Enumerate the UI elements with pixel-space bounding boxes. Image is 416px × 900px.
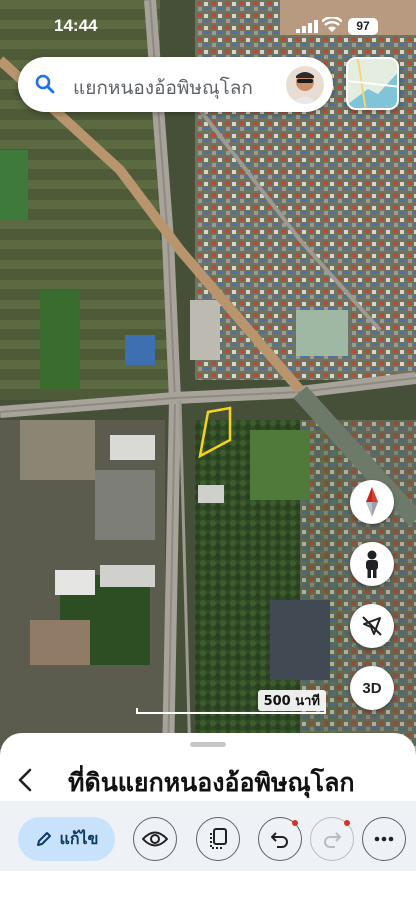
map-scale: 500 นาที: [136, 690, 326, 714]
status-bar: 14:44 97: [0, 0, 416, 54]
back-arrow-icon[interactable]: [14, 767, 38, 793]
sheet-handle[interactable]: [190, 742, 226, 747]
battery-level: 97: [348, 18, 378, 35]
place-title: ที่ดินแยกหนองอ้อพิษณุโลก: [68, 768, 355, 797]
3d-toggle-button[interactable]: 3D: [350, 666, 394, 710]
undo-icon: [271, 832, 288, 848]
north-lock-button[interactable]: [350, 604, 394, 648]
map-layers-button[interactable]: [346, 57, 399, 110]
copy-button[interactable]: [196, 817, 240, 861]
street-view-button[interactable]: [350, 542, 394, 586]
more-icon: [374, 836, 394, 842]
search-query[interactable]: แยกหนองอ้อพิษณุโลก: [73, 73, 253, 103]
undo-badge: [292, 820, 298, 826]
status-time: 14:44: [54, 16, 98, 35]
compass-icon: [366, 487, 378, 517]
search-icon: [35, 74, 55, 94]
satellite-map[interactable]: [0, 0, 416, 760]
redo-button[interactable]: [310, 817, 354, 861]
user-avatar[interactable]: [286, 66, 324, 104]
more-button[interactable]: [362, 817, 406, 861]
visibility-button[interactable]: [133, 817, 177, 861]
redo-icon: [324, 832, 341, 848]
wifi-icon: [322, 17, 342, 32]
redo-badge: [344, 820, 350, 826]
pencil-icon: [36, 832, 51, 846]
edit-toolbar: แก้ไข: [0, 801, 416, 871]
edit-button[interactable]: แก้ไข: [18, 817, 115, 861]
search-bar[interactable]: แยกหนองอ้อพิษณุโลก: [18, 57, 333, 112]
eye-icon: [142, 831, 168, 847]
copy-icon: [210, 828, 227, 849]
pegman-icon: [366, 550, 378, 578]
place-sheet[interactable]: ที่ดินแยกหนองอ้อพิษณุโลก แก้ไข: [0, 733, 416, 900]
signal-icon: [296, 20, 318, 33]
scale-label: 500 นาที: [257, 690, 326, 711]
navigation-off-icon: [362, 616, 382, 636]
edit-label: แก้ไข: [59, 828, 99, 848]
undo-button[interactable]: [258, 817, 302, 861]
compass-button[interactable]: [350, 480, 394, 524]
